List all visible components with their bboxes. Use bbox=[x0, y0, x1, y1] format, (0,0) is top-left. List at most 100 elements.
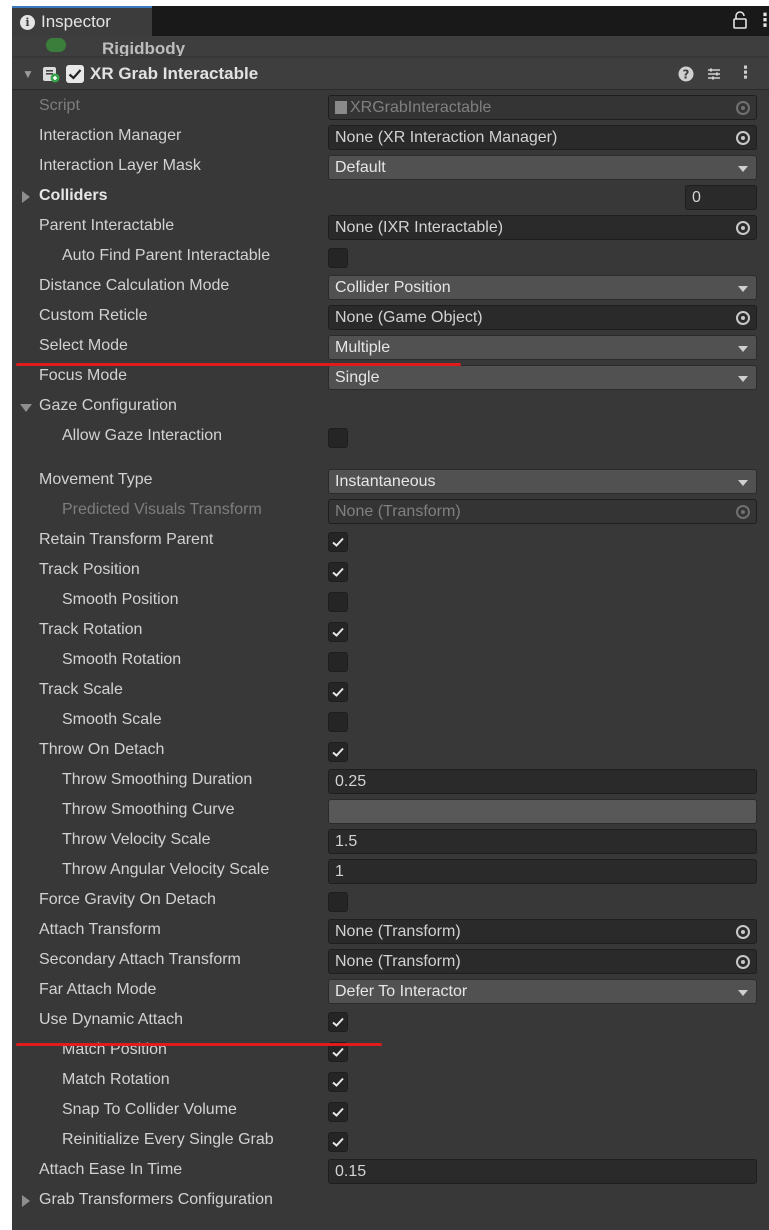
property-row-throw-velocity-scale: Throw Velocity Scale 1.5 bbox=[12, 826, 769, 856]
throw-velocity-scale-input[interactable]: 1.5 bbox=[328, 829, 757, 854]
property-row-far-attach-mode: Far Attach Mode Defer To Interactor bbox=[12, 976, 769, 1006]
auto-find-parent-interactable-checkbox[interactable] bbox=[328, 248, 348, 268]
secondary-attach-transform-object-field[interactable]: None (Transform) bbox=[328, 949, 757, 974]
distance-calculation-mode-dropdown[interactable]: Collider Position bbox=[328, 275, 757, 300]
foldout-expanded-icon[interactable] bbox=[20, 404, 32, 412]
dropdown-value: Default bbox=[335, 159, 386, 176]
property-label: Interaction Manager bbox=[39, 127, 182, 144]
info-icon: i bbox=[20, 14, 35, 30]
focus-mode-dropdown[interactable]: Single bbox=[328, 365, 757, 390]
throw-on-detach-checkbox[interactable] bbox=[328, 742, 348, 762]
force-gravity-on-detach-checkbox[interactable] bbox=[328, 892, 348, 912]
tab-inspector[interactable]: i Inspector bbox=[12, 6, 152, 36]
property-row-match-position: Match Position bbox=[12, 1036, 769, 1066]
help-icon[interactable]: ? bbox=[678, 66, 694, 82]
property-row-reinitialize-every-single-grab: Reinitialize Every Single Grab bbox=[12, 1126, 769, 1156]
object-picker-icon[interactable] bbox=[736, 221, 750, 235]
property-label: Movement Type bbox=[39, 471, 153, 488]
property-row-throw-on-detach: Throw On Detach bbox=[12, 736, 769, 766]
smooth-position-checkbox[interactable] bbox=[328, 592, 348, 612]
property-row-throw-smoothing-curve: Throw Smoothing Curve bbox=[12, 796, 769, 826]
allow-gaze-interaction-checkbox[interactable] bbox=[328, 428, 348, 448]
property-label: Match Rotation bbox=[62, 1071, 170, 1088]
property-row-gaze-configuration: Gaze Configuration bbox=[12, 392, 769, 422]
rigidbody-header[interactable]: Rigidbody bbox=[12, 36, 769, 56]
colliders-size-field[interactable]: 0 bbox=[685, 185, 757, 210]
smooth-scale-checkbox[interactable] bbox=[328, 712, 348, 732]
property-row-match-rotation: Match Rotation bbox=[12, 1066, 769, 1096]
component-menu-icon[interactable]: ⋮ bbox=[737, 63, 754, 83]
dropdown-value: Defer To Interactor bbox=[335, 983, 468, 1000]
attach-transform-object-field[interactable]: None (Transform) bbox=[328, 919, 757, 944]
component-header[interactable]: ▼ XR Grab Interactable ? ⋮ bbox=[12, 58, 769, 90]
throw-angular-velocity-scale-input[interactable]: 1 bbox=[328, 859, 757, 884]
property-row-use-dynamic-attach: Use Dynamic Attach bbox=[12, 1006, 769, 1036]
object-picker-icon[interactable] bbox=[736, 131, 750, 145]
rigidbody-title: Rigidbody bbox=[102, 39, 186, 56]
property-row-retain-transform-parent: Retain Transform Parent bbox=[12, 526, 769, 556]
movement-type-dropdown[interactable]: Instantaneous bbox=[328, 469, 757, 494]
property-row-smooth-position: Smooth Position bbox=[12, 586, 769, 616]
script-icon bbox=[335, 101, 347, 114]
property-row-grab-transformers-configuration: Grab Transformers Configuration bbox=[12, 1186, 769, 1216]
track-scale-checkbox[interactable] bbox=[328, 682, 348, 702]
dropdown-value: Instantaneous bbox=[335, 473, 436, 490]
rigidbody-icon bbox=[46, 38, 66, 52]
track-rotation-checkbox[interactable] bbox=[328, 622, 348, 642]
property-label: Throw Smoothing Curve bbox=[62, 801, 235, 818]
field-value: None (Transform) bbox=[335, 953, 461, 970]
reinitialize-every-single-grab-checkbox[interactable] bbox=[328, 1132, 348, 1152]
property-row-smooth-scale: Smooth Scale bbox=[12, 706, 769, 736]
object-picker-icon[interactable] bbox=[736, 925, 750, 939]
presets-icon[interactable] bbox=[706, 66, 722, 82]
property-label[interactable]: Colliders bbox=[39, 187, 107, 205]
far-attach-mode-dropdown[interactable]: Defer To Interactor bbox=[328, 979, 757, 1004]
foldout-collapsed-icon[interactable] bbox=[22, 191, 30, 203]
custom-reticle-object-field[interactable]: None (Game Object) bbox=[328, 305, 757, 330]
property-label[interactable]: Grab Transformers Configuration bbox=[39, 1191, 273, 1209]
component-enabled-checkbox[interactable] bbox=[66, 65, 84, 83]
foldout-arrow-icon[interactable]: ▼ bbox=[22, 67, 34, 81]
smooth-rotation-checkbox[interactable] bbox=[328, 652, 348, 672]
attach-ease-in-time-input[interactable]: 0.15 bbox=[328, 1159, 757, 1184]
kebab-menu-icon[interactable]: ⋮ bbox=[756, 10, 769, 31]
property-label: Smooth Scale bbox=[62, 711, 162, 728]
property-row-secondary-attach-transform: Secondary Attach Transform None (Transfor… bbox=[12, 946, 769, 976]
object-picker-icon[interactable] bbox=[736, 311, 750, 325]
throw-smoothing-curve-curve-field[interactable] bbox=[328, 799, 757, 824]
dropdown-arrow-icon bbox=[738, 376, 748, 382]
property-row-interaction-manager: Interaction Manager None (XR Interaction … bbox=[12, 122, 769, 152]
use-dynamic-attach-checkbox[interactable] bbox=[328, 1012, 348, 1032]
match-rotation-checkbox[interactable] bbox=[328, 1072, 348, 1092]
field-value: None (IXR Interactable) bbox=[335, 219, 504, 236]
property-row-auto-find-parent-interactable: Auto Find Parent Interactable bbox=[12, 242, 769, 272]
retain-transform-parent-checkbox[interactable] bbox=[328, 532, 348, 552]
script-object-field: XRGrabInteractable bbox=[328, 95, 757, 120]
property-label[interactable]: Gaze Configuration bbox=[39, 397, 177, 415]
property-row-track-rotation: Track Rotation bbox=[12, 616, 769, 646]
track-position-checkbox[interactable] bbox=[328, 562, 348, 582]
property-row-script: Script XRGrabInteractable bbox=[12, 92, 769, 122]
foldout-collapsed-icon[interactable] bbox=[22, 1195, 30, 1207]
throw-smoothing-duration-input[interactable]: 0.25 bbox=[328, 769, 757, 794]
interaction-manager-object-field[interactable]: None (XR Interaction Manager) bbox=[328, 125, 757, 150]
field-value: None (Game Object) bbox=[335, 309, 483, 326]
property-label: Secondary Attach Transform bbox=[39, 951, 241, 968]
interaction-layer-mask-dropdown[interactable]: Default bbox=[328, 155, 757, 180]
parent-interactable-object-field[interactable]: None (IXR Interactable) bbox=[328, 215, 757, 240]
property-row-throw-smoothing-duration: Throw Smoothing Duration 0.25 bbox=[12, 766, 769, 796]
property-label: Snap To Collider Volume bbox=[62, 1101, 237, 1118]
object-picker-icon[interactable] bbox=[736, 955, 750, 969]
property-label: Custom Reticle bbox=[39, 307, 148, 324]
property-label: Allow Gaze Interaction bbox=[62, 427, 223, 444]
property-label: Throw Smoothing Duration bbox=[62, 771, 253, 788]
dropdown-value: Single bbox=[335, 369, 380, 386]
snap-to-collider-volume-checkbox[interactable] bbox=[328, 1102, 348, 1122]
property-row-parent-interactable: Parent Interactable None (IXR Interactabl… bbox=[12, 212, 769, 242]
lock-icon[interactable] bbox=[732, 11, 748, 29]
property-row-distance-calculation-mode: Distance Calculation Mode Collider Positi… bbox=[12, 272, 769, 302]
property-label: Track Scale bbox=[39, 681, 123, 698]
property-row-movement-type: Movement Type Instantaneous bbox=[12, 466, 769, 496]
dropdown-value: Collider Position bbox=[335, 279, 451, 296]
select-mode-dropdown[interactable]: Multiple bbox=[328, 335, 757, 360]
